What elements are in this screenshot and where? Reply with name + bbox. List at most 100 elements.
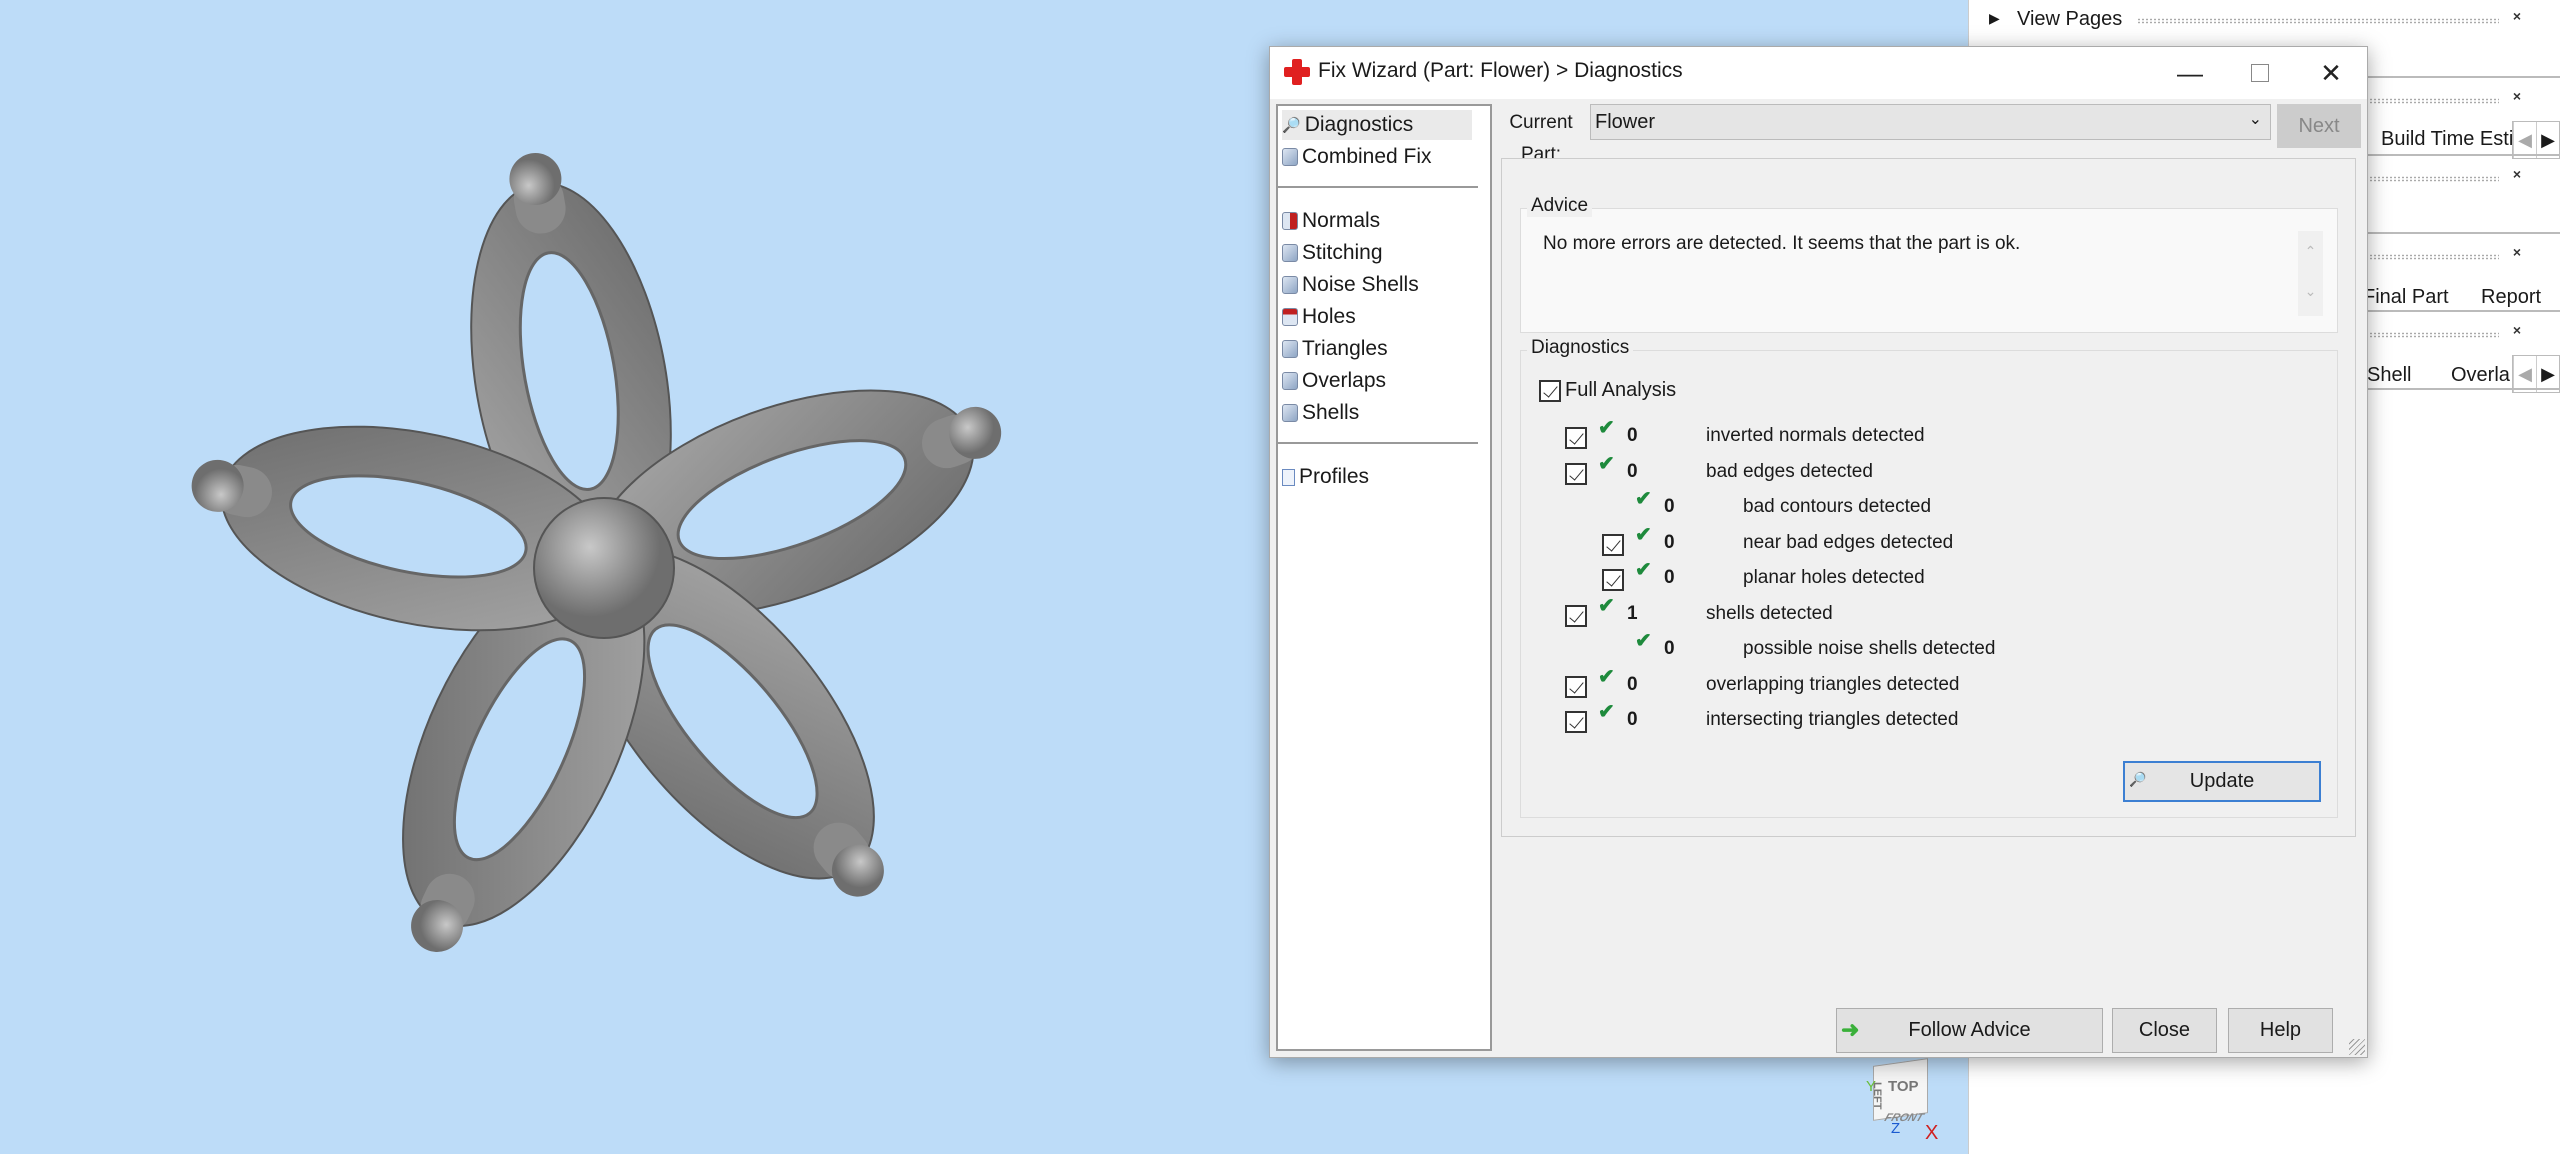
row-label: possible noise shells detected xyxy=(1743,638,1996,659)
current-part-select[interactable]: Flower ⌄ xyxy=(1590,104,2271,140)
next-button[interactable]: Next xyxy=(2277,104,2361,148)
row-label: planar holes detected xyxy=(1743,567,1925,588)
tab-shell[interactable]: Shell xyxy=(2367,364,2411,387)
row-checkbox[interactable] xyxy=(1565,711,1587,733)
row-checkbox[interactable] xyxy=(1602,569,1624,591)
close-button[interactable]: ✕ xyxy=(2296,47,2366,99)
view-cube-y-axis: Y xyxy=(1866,1078,1877,1095)
nav-item-stitching[interactable]: Stitching xyxy=(1282,238,1383,268)
green-arrow-icon: ➜ xyxy=(1841,1017,1860,1042)
nav-item-diagnostics[interactable]: 🔎 Diagnostics xyxy=(1282,110,1472,140)
row-count: 0 xyxy=(1627,709,1638,730)
green-check-icon: ✔ xyxy=(1635,559,1652,581)
row-count: 0 xyxy=(1627,425,1638,446)
nav-item-normals[interactable]: Normals xyxy=(1282,206,1380,236)
nav-item-overlaps[interactable]: Overlaps xyxy=(1282,366,1386,396)
magnifier-icon: 🔎 xyxy=(2129,771,2147,787)
row-checkbox[interactable] xyxy=(1565,462,1587,485)
close-icon[interactable]: × xyxy=(2513,322,2521,338)
full-analysis-checkbox[interactable]: Full Analysis xyxy=(1539,379,1676,402)
tab-overlaps[interactable]: Overla xyxy=(2451,364,2510,387)
arrow-right-icon: ▶ xyxy=(2536,122,2559,158)
advice-scrollbar[interactable]: ⌃ ⌄ xyxy=(2298,231,2323,316)
follow-advice-button[interactable]: ➜ Follow Advice xyxy=(1836,1008,2103,1053)
dialog-title: Fix Wizard (Part: Flower) > Diagnostics xyxy=(1318,59,1683,82)
normals-cube-icon xyxy=(1282,212,1298,230)
nav-item-noise-shells[interactable]: Noise Shells xyxy=(1282,270,1419,300)
diagnostic-row: ✔ 0 intersecting triangles detected xyxy=(1521,701,2321,737)
help-button[interactable]: Help xyxy=(2228,1008,2333,1053)
triangles-icon xyxy=(1282,340,1298,358)
document-icon xyxy=(1282,468,1295,486)
advice-group: Advice No more errors are detected. It s… xyxy=(1520,195,2338,333)
advice-text: No more errors are detected. It seems th… xyxy=(1543,233,2021,254)
update-button[interactable]: 🔎 Update xyxy=(2123,761,2321,802)
chevron-down-icon: ⌄ xyxy=(2248,111,2262,128)
title-bar[interactable]: Fix Wizard (Part: Flower) > Diagnostics … xyxy=(1270,47,2367,99)
view-cube-x-axis: X xyxy=(1925,1122,1939,1144)
holes-cube-icon xyxy=(1282,308,1298,326)
maximize-button[interactable] xyxy=(2225,47,2295,99)
diagnostic-row: ✔ 0 near bad edges detected xyxy=(1521,524,2321,560)
row-label: inverted normals detected xyxy=(1706,425,1925,446)
minimize-button[interactable]: — xyxy=(2155,47,2225,99)
green-check-icon: ✔ xyxy=(1635,523,1652,546)
nav-item-profiles[interactable]: Profiles xyxy=(1282,462,1369,492)
close-dialog-button[interactable]: Close xyxy=(2112,1008,2217,1053)
row-checkbox[interactable] xyxy=(1565,604,1587,627)
shells-icon xyxy=(1282,404,1298,422)
row-checkbox[interactable] xyxy=(1602,533,1624,556)
expand-triangle-icon[interactable]: ▶ xyxy=(1989,10,2000,27)
cube-icon xyxy=(1282,148,1298,166)
row-count: 0 xyxy=(1627,673,1638,695)
nav-item-shells[interactable]: Shells xyxy=(1282,398,1359,428)
row-label: bad contours detected xyxy=(1743,496,1932,517)
view-cube[interactable]: TOP LEFT FRONT Y Z X xyxy=(1861,1058,1946,1148)
row-label: overlapping triangles detected xyxy=(1706,673,1960,695)
tab-report[interactable]: Report xyxy=(2481,286,2541,309)
nav-item-triangles[interactable]: Triangles xyxy=(1282,334,1388,364)
row-count: 1 xyxy=(1627,602,1638,624)
fix-wizard-dialog: Fix Wizard (Part: Flower) > Diagnostics … xyxy=(1269,46,2368,1058)
diagnostic-row: ✔ 0 inverted normals detected xyxy=(1521,417,2321,453)
diagnostic-row: ✔ 0 bad contours detected xyxy=(1521,488,2321,524)
nav-item-combined-fix[interactable]: Combined Fix xyxy=(1282,142,1432,172)
row-label: intersecting triangles detected xyxy=(1706,709,1959,730)
diagnostics-group: Diagnostics Full Analysis ✔ 0 inverted nor… xyxy=(1520,337,2338,818)
close-icon[interactable]: × xyxy=(2513,244,2521,260)
row-count: 0 xyxy=(1664,567,1675,588)
diagnostic-row: ✔ 0 possible noise shells detected xyxy=(1521,630,2321,666)
close-icon[interactable]: × xyxy=(2513,88,2521,104)
tab-final-part[interactable]: Final Part xyxy=(2363,286,2449,309)
resize-grip-icon[interactable] xyxy=(2349,1039,2365,1055)
row-checkbox[interactable] xyxy=(1565,427,1587,449)
diagnostic-row: ✔ 0 bad edges detected xyxy=(1521,453,2321,489)
arrow-right-icon: ▶ xyxy=(2536,356,2559,392)
overlaps-icon xyxy=(1282,372,1298,390)
green-check-icon: ✔ xyxy=(1598,665,1615,688)
tab-build-time[interactable]: Build Time Esti xyxy=(2381,128,2513,151)
green-check-icon: ✔ xyxy=(1598,594,1615,617)
diagnostic-row: ✔ 0 planar holes detected xyxy=(1521,559,2321,595)
green-check-icon: ✔ xyxy=(1598,701,1615,723)
close-icon[interactable]: × xyxy=(2513,8,2521,24)
magnifier-icon: 🔎 xyxy=(1282,117,1301,134)
close-icon[interactable]: × xyxy=(2513,166,2521,182)
arrow-left-icon: ◀ xyxy=(2513,356,2536,392)
green-check-icon: ✔ xyxy=(1598,452,1615,475)
wizard-nav: 🔎 Diagnostics Combined Fix Normals Stitch… xyxy=(1276,104,1492,1051)
view-cube-z-axis: Z xyxy=(1891,1120,1901,1137)
row-label: shells detected xyxy=(1706,602,1833,624)
red-cross-icon xyxy=(1284,59,1310,85)
view-cube-front-label: FRONT xyxy=(1882,1112,1926,1124)
row-count: 0 xyxy=(1664,496,1675,517)
arrow-left-icon: ◀ xyxy=(2513,122,2536,158)
diagnostic-row: ✔ 1 shells detected xyxy=(1521,595,2321,631)
noise-shells-icon xyxy=(1282,276,1298,294)
green-check-icon: ✔ xyxy=(1635,488,1652,510)
row-checkbox[interactable] xyxy=(1565,675,1587,698)
nav-item-holes[interactable]: Holes xyxy=(1282,302,1356,332)
row-count: 0 xyxy=(1627,460,1638,482)
row-count: 0 xyxy=(1664,638,1675,659)
view-pages-header[interactable]: ▶ View Pages × xyxy=(1969,6,2560,36)
